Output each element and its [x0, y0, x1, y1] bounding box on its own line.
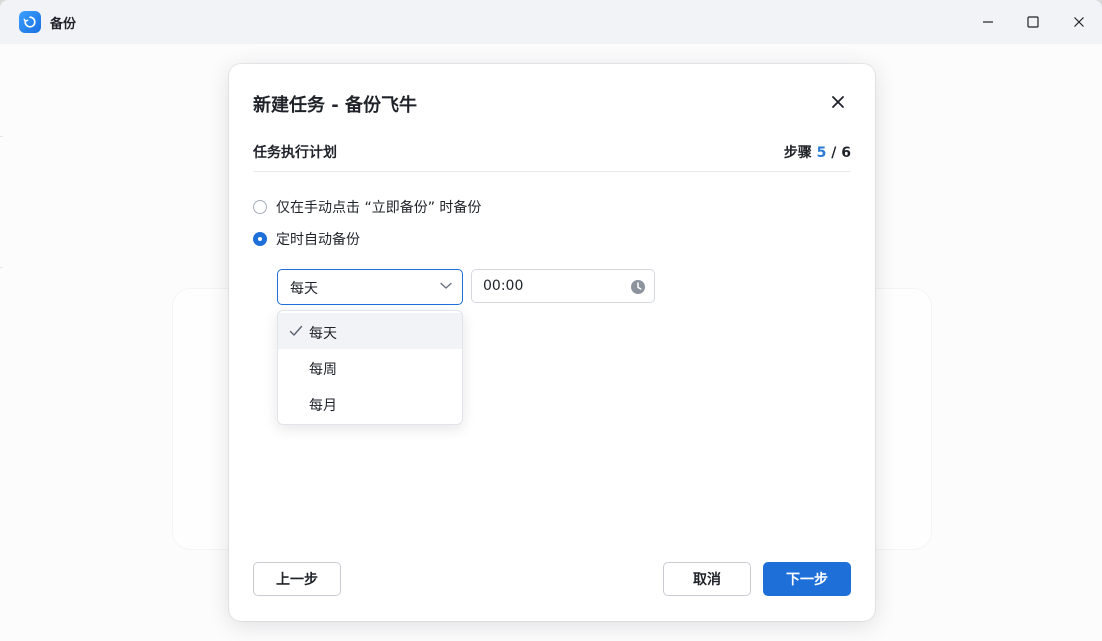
maximize-button[interactable]	[1019, 8, 1047, 36]
chevron-down-icon	[440, 282, 452, 289]
radio-manual-backup[interactable]: 仅在手动点击 “立即备份” 时备份	[253, 197, 481, 217]
frequency-option-label: 每天	[309, 326, 337, 342]
frequency-option-weekly[interactable]: 每周	[278, 349, 462, 385]
close-icon	[832, 96, 844, 108]
check-icon	[289, 325, 303, 336]
window-close-button[interactable]	[1065, 8, 1093, 36]
minimize-icon	[983, 21, 993, 23]
sync-icon	[19, 11, 41, 33]
frequency-option-daily[interactable]: 每天	[278, 313, 462, 349]
time-picker[interactable]	[471, 269, 655, 303]
frequency-select[interactable]: 每天	[277, 269, 463, 305]
dialog-close-button[interactable]	[827, 91, 849, 113]
radio-button[interactable]	[253, 232, 267, 246]
minimize-button[interactable]	[974, 8, 1002, 36]
radio-label: 定时自动备份	[276, 232, 360, 248]
new-task-dialog: 新建任务 - 备份飞牛 任务执行计划 步骤 5 / 6 仅在手动点击 “立即备份…	[229, 64, 875, 621]
previous-step-button[interactable]: 上一步	[253, 562, 341, 596]
step-prefix: 步骤	[783, 145, 812, 161]
window-title: 备份	[50, 17, 77, 32]
radio-label: 仅在手动点击 “立即备份” 时备份	[276, 200, 482, 216]
step-total: 6	[841, 145, 851, 161]
frequency-dropdown: 每天 每周 每月	[277, 310, 463, 425]
radio-button[interactable]	[253, 200, 267, 214]
next-step-button[interactable]: 下一步	[763, 562, 851, 596]
step-indicator: 步骤 5 / 6	[784, 142, 851, 162]
maximize-icon	[1027, 16, 1039, 28]
step-current: 5	[816, 145, 827, 161]
dialog-title: 新建任务 - 备份飞牛	[253, 95, 418, 116]
frequency-select-value: 每天	[290, 281, 318, 297]
frequency-option-label: 每周	[309, 362, 337, 378]
cancel-button[interactable]: 取消	[663, 562, 751, 596]
step-separator: /	[831, 145, 837, 161]
title-bar: 备份	[0, 0, 1102, 44]
frequency-option-label: 每月	[309, 398, 337, 414]
divider	[253, 171, 851, 172]
app-window: 备份 新建任务 - 备份飞牛 任务执行计划 步骤 5 / 6 仅在手动点击 “立…	[0, 0, 1102, 641]
radio-scheduled-backup[interactable]: 定时自动备份	[253, 229, 360, 249]
clock-icon[interactable]	[630, 279, 646, 295]
close-icon	[1074, 17, 1084, 27]
frequency-option-monthly[interactable]: 每月	[278, 385, 462, 421]
time-input[interactable]	[483, 277, 613, 295]
section-title: 任务执行计划	[253, 145, 337, 161]
